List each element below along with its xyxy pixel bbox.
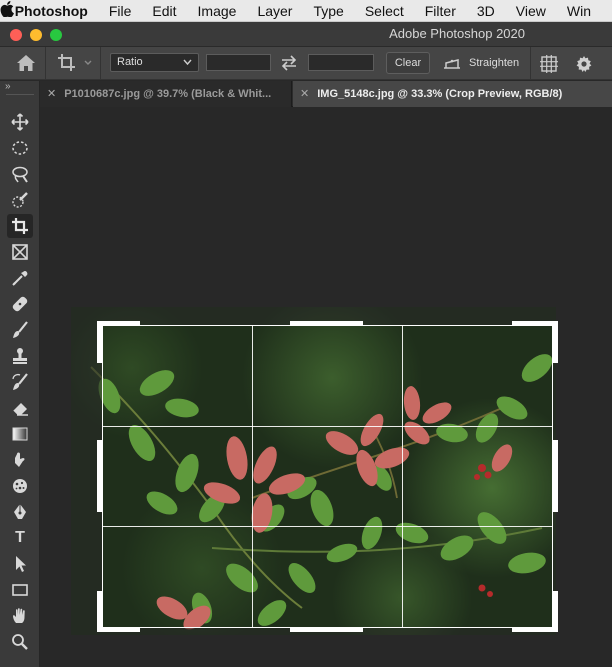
crop-handle-bottom[interactable]: [290, 627, 363, 632]
menu-type[interactable]: Type: [313, 0, 343, 22]
crop-grid-line: [103, 426, 552, 427]
crop-handle-bottom-left[interactable]: [97, 591, 102, 632]
crop-handle-top-left[interactable]: [97, 321, 102, 363]
window-title: Adobe Photoshop 2020: [389, 26, 525, 41]
close-tab-icon[interactable]: ✕: [300, 88, 309, 100]
crop-tool-icon[interactable]: [7, 214, 33, 238]
straighten-icon[interactable]: [442, 55, 462, 76]
healing-brush-tool-icon[interactable]: [7, 292, 33, 316]
minimize-window-button[interactable]: [30, 29, 42, 41]
gear-icon[interactable]: [574, 54, 594, 79]
marquee-tool-icon[interactable]: [7, 136, 33, 160]
close-tab-icon[interactable]: ✕: [47, 88, 56, 100]
menu-image[interactable]: Image: [198, 0, 237, 22]
crop-handle-bottom-right[interactable]: [512, 627, 558, 632]
crop-handle-bottom-right[interactable]: [553, 591, 558, 632]
quick-select-tool-icon[interactable]: [7, 188, 33, 212]
hand-tool-icon[interactable]: [7, 604, 33, 628]
crop-height-field[interactable]: [308, 54, 374, 71]
divider: [100, 47, 101, 80]
straighten-label[interactable]: Straighten: [469, 57, 519, 69]
smudge-tool-icon[interactable]: [7, 448, 33, 472]
home-icon[interactable]: [16, 54, 36, 77]
crop-handle-top-left[interactable]: [97, 321, 140, 326]
tab-title: IMG_5148c.jpg @ 33.3% (Crop Preview, RGB…: [317, 88, 563, 100]
menu-layer[interactable]: Layer: [257, 0, 292, 22]
zoom-tool-icon[interactable]: [7, 630, 33, 654]
crop-selection[interactable]: [102, 325, 553, 628]
crop-grid-line: [103, 526, 552, 527]
document-canvas[interactable]: [40, 107, 612, 667]
crop-handle-left[interactable]: [97, 440, 102, 512]
menu-select[interactable]: Select: [365, 0, 404, 22]
crop-width-field[interactable]: [206, 54, 271, 71]
close-window-button[interactable]: [10, 29, 22, 41]
zoom-window-button[interactable]: [50, 29, 62, 41]
history-brush-tool-icon[interactable]: [7, 370, 33, 394]
path-selection-tool-icon[interactable]: [7, 552, 33, 576]
clear-button[interactable]: Clear: [386, 52, 430, 74]
crop-handle-top[interactable]: [290, 321, 363, 326]
document-tab-bar: ✕ P1010687c.jpg @ 39.7% (Black & Whit... …: [40, 81, 612, 107]
clone-stamp-tool-icon[interactable]: [7, 344, 33, 368]
type-tool-icon[interactable]: T: [7, 526, 33, 550]
sponge-tool-icon[interactable]: [7, 474, 33, 498]
crop-handle-right[interactable]: [553, 440, 558, 512]
eraser-tool-icon[interactable]: [7, 396, 33, 420]
tools-panel: » T: [0, 81, 40, 667]
eyedropper-tool-icon[interactable]: [7, 266, 33, 290]
brush-tool-icon[interactable]: [7, 318, 33, 342]
apple-logo-icon[interactable]: [0, 0, 15, 21]
menu-photoshop[interactable]: Photoshop: [15, 0, 88, 22]
menu-edit[interactable]: Edit: [152, 0, 176, 22]
gradient-tool-icon[interactable]: [7, 422, 33, 446]
menu-bar: Photoshop File Edit Image Layer Type Sel…: [0, 0, 612, 22]
ratio-select-value: Ratio: [117, 56, 143, 68]
lasso-tool-icon[interactable]: [7, 162, 33, 186]
move-tool-icon[interactable]: [7, 110, 33, 134]
photo-foliage-preview: [103, 326, 552, 627]
crop-preview: [103, 326, 552, 627]
menu-3d[interactable]: 3D: [477, 0, 495, 22]
crop-preset-icon[interactable]: [57, 53, 93, 78]
menu-view[interactable]: View: [516, 0, 546, 22]
document-tab-img5148c[interactable]: ✕ IMG_5148c.jpg @ 33.3% (Crop Preview, RG…: [293, 81, 612, 107]
menu-window[interactable]: Win: [567, 0, 591, 22]
swap-dimensions-icon[interactable]: [280, 55, 298, 76]
crop-handle-bottom-left[interactable]: [97, 627, 140, 632]
divider: [530, 47, 531, 80]
crop-grid-line: [402, 326, 403, 627]
frame-tool-icon[interactable]: [7, 240, 33, 264]
pen-tool-icon[interactable]: [7, 500, 33, 524]
ratio-select[interactable]: Ratio: [110, 53, 199, 72]
crop-grid-line: [252, 326, 253, 627]
menu-filter[interactable]: Filter: [425, 0, 456, 22]
panel-collapse-icon[interactable]: »: [5, 81, 11, 92]
chevron-down-icon: [183, 56, 192, 70]
divider: [6, 94, 34, 95]
document-tab-p1010687c[interactable]: ✕ P1010687c.jpg @ 39.7% (Black & Whit...: [40, 81, 292, 107]
tab-title: P1010687c.jpg @ 39.7% (Black & Whit...: [64, 88, 272, 100]
window-title-bar: Adobe Photoshop 2020: [0, 22, 612, 47]
options-bar: Ratio Clear Straighten: [0, 47, 612, 80]
crop-handle-top-right[interactable]: [512, 321, 558, 326]
crop-handle-top-right[interactable]: [553, 321, 558, 363]
divider: [45, 47, 46, 80]
menu-file[interactable]: File: [109, 0, 132, 22]
grid-overlay-icon[interactable]: [539, 54, 559, 79]
rectangle-tool-icon[interactable]: [7, 578, 33, 602]
